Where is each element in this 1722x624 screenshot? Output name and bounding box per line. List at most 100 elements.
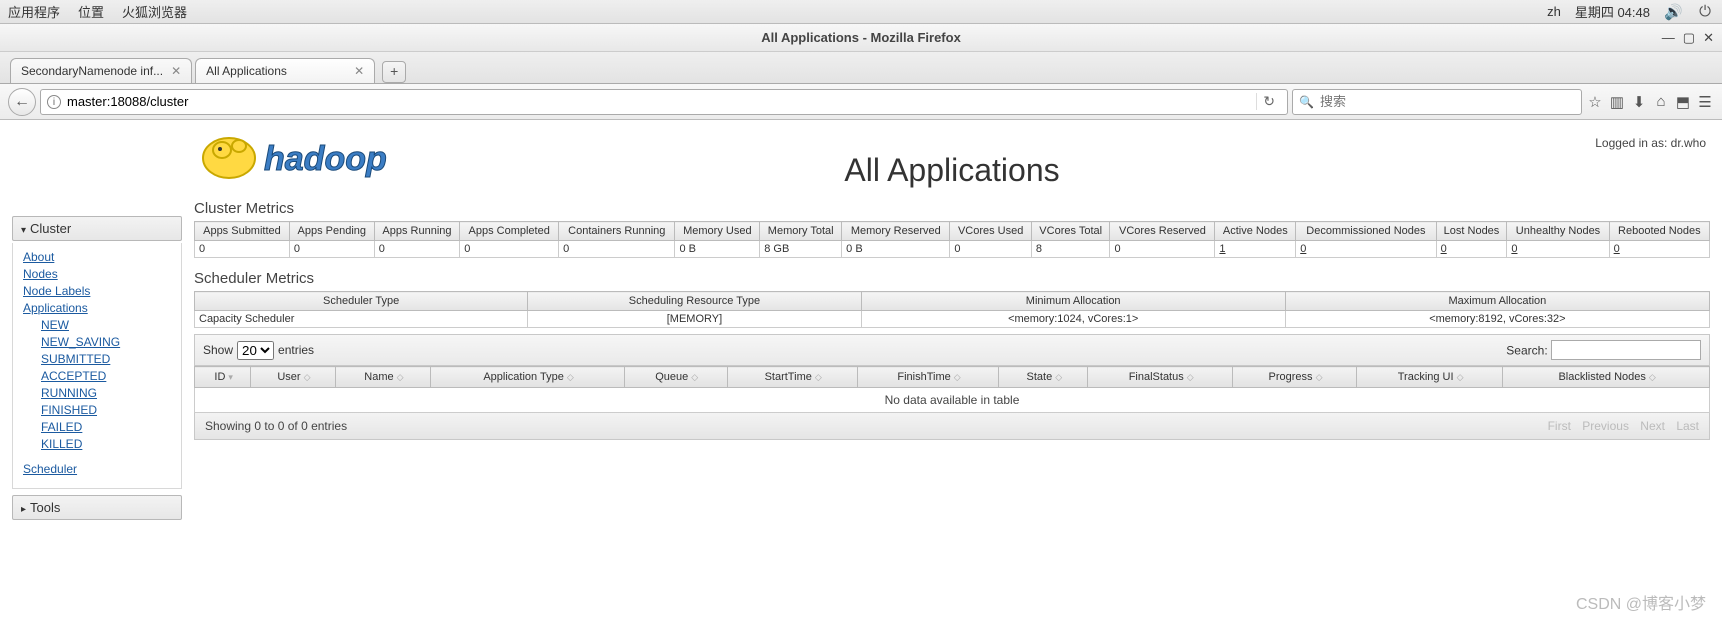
table-row: Capacity Scheduler [MEMORY] <memory:1024… bbox=[195, 311, 1710, 328]
table-search-input[interactable] bbox=[1551, 340, 1701, 360]
th-blacklist[interactable]: Blacklisted Nodes◇ bbox=[1503, 367, 1710, 388]
tab-close-icon[interactable]: ✕ bbox=[171, 64, 181, 78]
th-apps-pending: Apps Pending bbox=[289, 222, 374, 241]
th-app-type[interactable]: Application Type◇ bbox=[431, 367, 624, 388]
downloads-icon[interactable]: ⬇ bbox=[1630, 93, 1648, 111]
browser-toolbar: ← i ↻ 🔍 ☆ ▥ ⬇ ⌂ ⬒ ☰ bbox=[0, 84, 1722, 120]
th-user[interactable]: User◇ bbox=[251, 367, 335, 388]
th-rebooted-nodes: Rebooted Nodes bbox=[1609, 222, 1709, 241]
cluster-metrics-table: Apps Submitted Apps Pending Apps Running… bbox=[194, 221, 1710, 258]
sidebar-link-applications[interactable]: Applications bbox=[23, 300, 171, 317]
bookmark-star-icon[interactable]: ☆ bbox=[1586, 93, 1604, 111]
firefox-menu[interactable]: 火狐浏览器 bbox=[122, 2, 187, 21]
sidebar-header-cluster[interactable]: ▾Cluster bbox=[12, 216, 182, 241]
active-nodes-link[interactable]: 1 bbox=[1215, 241, 1296, 258]
page-first[interactable]: First bbox=[1548, 419, 1571, 433]
rebooted-nodes-link[interactable]: 0 bbox=[1609, 241, 1709, 258]
page-last[interactable]: Last bbox=[1676, 419, 1699, 433]
th-tracking[interactable]: Tracking UI◇ bbox=[1356, 367, 1502, 388]
chevron-down-icon: ▾ bbox=[21, 225, 26, 236]
th-memory-total: Memory Total bbox=[760, 222, 842, 241]
svg-text:hadoop: hadoop bbox=[264, 140, 387, 178]
sidebar-link-new[interactable]: NEW bbox=[41, 317, 171, 334]
datatable-controls: Show 20 entries Search: bbox=[194, 334, 1710, 366]
tab-secondary-namenode[interactable]: SecondaryNamenode inf... ✕ bbox=[10, 58, 192, 83]
info-icon[interactable]: i bbox=[47, 95, 61, 109]
new-tab-button[interactable]: + bbox=[382, 61, 406, 83]
apps-menu[interactable]: 应用程序 bbox=[8, 2, 60, 21]
tab-all-applications[interactable]: All Applications ✕ bbox=[195, 58, 375, 83]
search-input[interactable] bbox=[1320, 94, 1575, 109]
page-prev[interactable]: Previous bbox=[1582, 419, 1629, 433]
sidebar-link-killed[interactable]: KILLED bbox=[41, 436, 171, 453]
library-icon[interactable]: ▥ bbox=[1608, 93, 1626, 111]
sidebar-link-node-labels[interactable]: Node Labels bbox=[23, 283, 171, 300]
page-next[interactable]: Next bbox=[1640, 419, 1665, 433]
home-icon[interactable]: ⌂ bbox=[1652, 93, 1670, 110]
sidebar-link-submitted[interactable]: SUBMITTED bbox=[41, 351, 171, 368]
sidebar-link-about[interactable]: About bbox=[23, 249, 171, 266]
back-button[interactable]: ← bbox=[8, 88, 36, 116]
tab-close-icon[interactable]: ✕ bbox=[354, 64, 364, 78]
search-bar[interactable]: 🔍 bbox=[1292, 89, 1582, 115]
th-queue[interactable]: Queue◇ bbox=[624, 367, 727, 388]
tab-label: SecondaryNamenode inf... bbox=[21, 64, 163, 78]
th-progress[interactable]: Progress◇ bbox=[1233, 367, 1357, 388]
watermark: CSDN @博客小梦 bbox=[1576, 590, 1706, 614]
sidebar-link-running[interactable]: RUNNING bbox=[41, 385, 171, 402]
sidebar: ▾Cluster About Nodes Node Labels Applica… bbox=[12, 216, 182, 522]
close-icon[interactable]: ✕ bbox=[1703, 30, 1714, 46]
entries-select[interactable]: 20 bbox=[237, 341, 274, 360]
th-name[interactable]: Name◇ bbox=[335, 367, 431, 388]
refresh-icon[interactable]: ↻ bbox=[1256, 93, 1281, 110]
sort-icon: ◇ bbox=[815, 372, 820, 382]
url-bar[interactable]: i ↻ bbox=[40, 89, 1288, 115]
th-finish[interactable]: FinishTime◇ bbox=[857, 367, 999, 388]
sort-icon: ◇ bbox=[1457, 372, 1462, 382]
sidebar-header-tools[interactable]: ▸Tools bbox=[12, 495, 182, 520]
lost-nodes-link[interactable]: 0 bbox=[1436, 241, 1507, 258]
chevron-right-icon: ▸ bbox=[21, 504, 26, 515]
url-input[interactable] bbox=[67, 94, 1250, 109]
th-state[interactable]: State◇ bbox=[999, 367, 1088, 388]
sidebar-link-scheduler[interactable]: Scheduler bbox=[23, 461, 171, 478]
desktop-panel: 应用程序 位置 火狐浏览器 zh 星期四 04:48 🔊 ⏻ bbox=[0, 0, 1722, 24]
th-vcores-used: VCores Used bbox=[950, 222, 1031, 241]
sort-icon: ◇ bbox=[1316, 372, 1321, 382]
sidebar-link-accepted[interactable]: ACCEPTED bbox=[41, 368, 171, 385]
unhealthy-nodes-link[interactable]: 0 bbox=[1507, 241, 1609, 258]
sort-icon: ◇ bbox=[304, 372, 309, 382]
page-title: All Applications bbox=[844, 152, 1059, 189]
tab-label: All Applications bbox=[206, 64, 287, 78]
th-vcores-reserved: VCores Reserved bbox=[1110, 222, 1215, 241]
sidebar-link-finished[interactable]: FINISHED bbox=[41, 402, 171, 419]
window-title: All Applications - Mozilla Firefox bbox=[761, 30, 961, 45]
menu-icon[interactable]: ☰ bbox=[1696, 93, 1714, 111]
maximize-icon[interactable]: ▢ bbox=[1683, 30, 1695, 46]
lang-indicator[interactable]: zh bbox=[1547, 4, 1561, 19]
sort-icon: ◇ bbox=[397, 372, 402, 382]
th-lost-nodes: Lost Nodes bbox=[1436, 222, 1507, 241]
pocket-icon[interactable]: ⬒ bbox=[1674, 93, 1692, 111]
sort-icon: ◇ bbox=[1649, 372, 1654, 382]
tab-strip: SecondaryNamenode inf... ✕ All Applicati… bbox=[0, 52, 1722, 84]
th-unhealthy-nodes: Unhealthy Nodes bbox=[1507, 222, 1609, 241]
th-active-nodes: Active Nodes bbox=[1215, 222, 1296, 241]
places-menu[interactable]: 位置 bbox=[78, 2, 104, 21]
th-start[interactable]: StartTime◇ bbox=[727, 367, 857, 388]
sidebar-link-failed[interactable]: FAILED bbox=[41, 419, 171, 436]
th-memory-used: Memory Used bbox=[675, 222, 760, 241]
th-id[interactable]: ID▾ bbox=[195, 367, 251, 388]
login-status: Logged in as: dr.who bbox=[1595, 136, 1706, 150]
decommissioned-nodes-link[interactable]: 0 bbox=[1296, 241, 1436, 258]
volume-icon[interactable]: 🔊 bbox=[1664, 3, 1682, 21]
th-vcores-total: VCores Total bbox=[1031, 222, 1110, 241]
minimize-icon[interactable]: — bbox=[1662, 30, 1675, 46]
th-apps-running: Apps Running bbox=[374, 222, 460, 241]
sidebar-link-nodes[interactable]: Nodes bbox=[23, 266, 171, 283]
power-icon[interactable]: ⏻ bbox=[1696, 3, 1714, 20]
clock: 星期四 04:48 bbox=[1575, 2, 1650, 21]
sidebar-link-new-saving[interactable]: NEW_SAVING bbox=[41, 334, 171, 351]
th-final[interactable]: FinalStatus◇ bbox=[1088, 367, 1233, 388]
no-data-message: No data available in table bbox=[194, 388, 1710, 413]
